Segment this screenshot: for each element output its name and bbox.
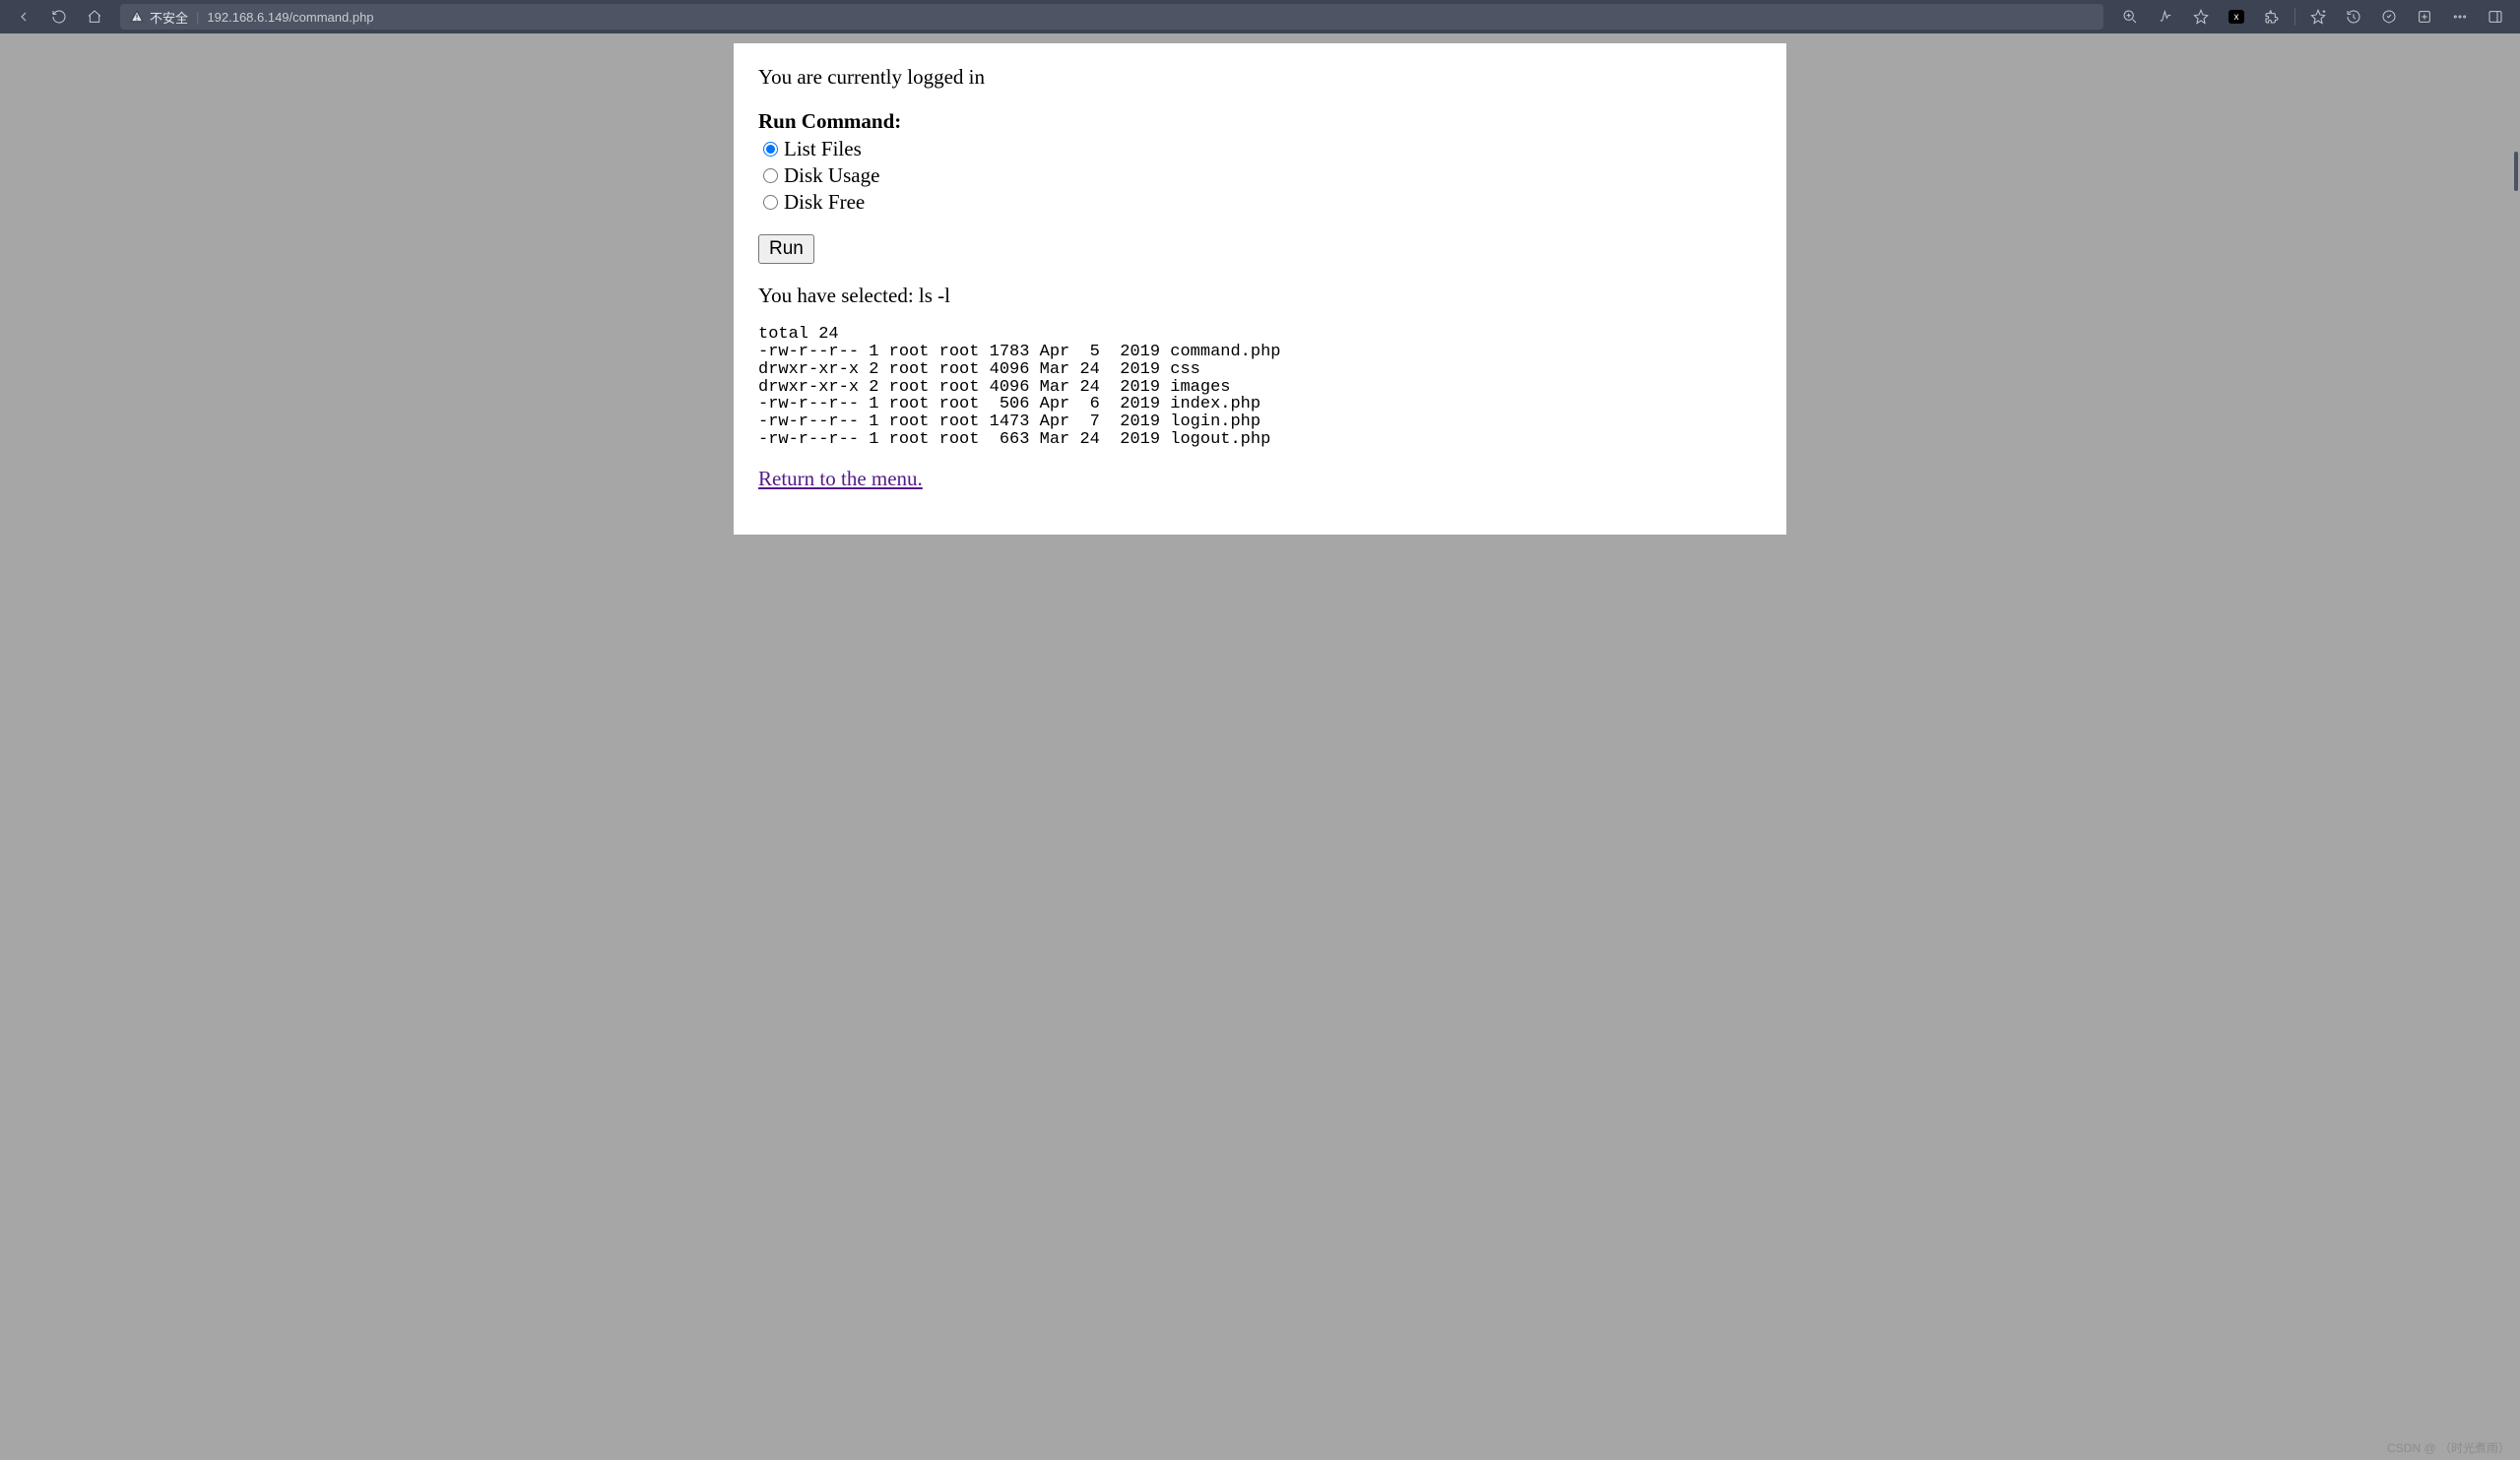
sidebar-button[interactable] <box>2479 3 2512 31</box>
extensions-button[interactable] <box>2255 3 2289 31</box>
toolbar-right: x <box>2113 3 2512 31</box>
x-badge-icon: x <box>2229 10 2244 24</box>
radio-label-disk-usage: Disk Usage <box>784 163 879 188</box>
address-bar[interactable]: 不安全 | 192.168.6.149/command.php <box>120 4 2103 30</box>
radio-disk-usage[interactable] <box>763 168 778 183</box>
divider: | <box>196 10 199 25</box>
warning-icon <box>130 10 144 24</box>
scrollbar-thumb[interactable] <box>2514 152 2518 191</box>
browser-toolbar: 不安全 | 192.168.6.149/command.php x <box>0 0 2520 33</box>
nav-controls <box>8 3 110 31</box>
watermark: CSDN @ （时光煮雨） <box>2387 1439 2510 1456</box>
extension-badge[interactable]: x <box>2220 3 2253 31</box>
history-button[interactable] <box>2337 3 2370 31</box>
radio-option-disk-usage: Disk Usage <box>758 163 1762 188</box>
favorites-button[interactable] <box>2301 3 2335 31</box>
command-radio-group: List Files Disk Usage Disk Free <box>758 137 1762 215</box>
separator <box>2294 8 2295 26</box>
url-text: 192.168.6.149/command.php <box>207 10 373 25</box>
command-output: total 24 -rw-r--r-- 1 root root 1783 Apr… <box>758 326 1762 449</box>
favorite-star-button[interactable] <box>2184 3 2218 31</box>
radio-option-list-files: List Files <box>758 137 1762 161</box>
security-indicator[interactable]: 不安全 <box>130 8 188 27</box>
selected-command-text: You have selected: ls -l <box>758 284 1762 308</box>
more-button[interactable] <box>2443 3 2477 31</box>
radio-list-files[interactable] <box>763 142 778 157</box>
read-aloud-button[interactable] <box>2149 3 2182 31</box>
radio-label-disk-free: Disk Free <box>784 190 865 215</box>
viewport: You are currently logged in Run Command:… <box>0 33 2520 535</box>
radio-disk-free[interactable] <box>763 195 778 210</box>
run-button[interactable]: Run <box>758 234 814 264</box>
refresh-button[interactable] <box>43 3 75 31</box>
scrollbar-track[interactable] <box>2506 33 2520 1460</box>
radio-option-disk-free: Disk Free <box>758 190 1762 215</box>
app-launcher-button[interactable] <box>2408 3 2441 31</box>
collections-button[interactable] <box>2372 3 2406 31</box>
page-content: You are currently logged in Run Command:… <box>734 43 1786 535</box>
back-button[interactable] <box>8 3 39 31</box>
security-label: 不安全 <box>150 8 188 27</box>
logged-in-message: You are currently logged in <box>758 65 1762 90</box>
run-command-heading: Run Command: <box>758 109 1762 134</box>
return-menu-link[interactable]: Return to the menu. <box>758 467 923 490</box>
zoom-button[interactable] <box>2113 3 2147 31</box>
home-button[interactable] <box>79 3 110 31</box>
radio-label-list-files: List Files <box>784 137 862 161</box>
